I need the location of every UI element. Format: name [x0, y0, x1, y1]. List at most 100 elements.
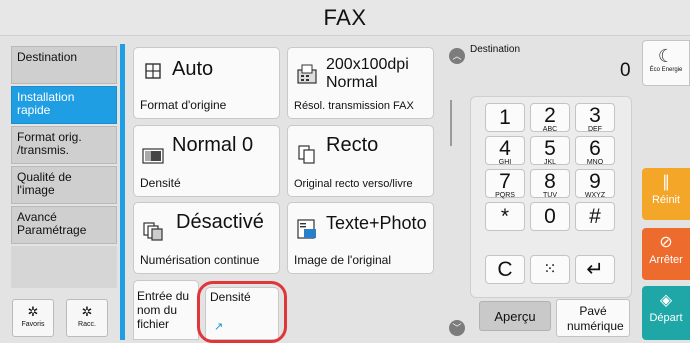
continuous-scan-icon — [143, 222, 163, 241]
key-label: 5 — [544, 137, 556, 160]
continuous-scan-value: Désactivé — [176, 211, 264, 233]
text-photo-icon — [297, 219, 316, 239]
sidebar-item-label: Avancé Paramétrage — [17, 210, 87, 237]
sidebar-item-label: Destination — [17, 50, 78, 64]
sidebar-item-destination[interactable]: Destination — [11, 46, 117, 84]
key-letters: PQRS — [495, 192, 515, 199]
key-5[interactable]: 5 JKL — [530, 136, 570, 166]
enter-icon: ↵ — [586, 258, 604, 281]
key-6[interactable]: 6 MNO — [575, 136, 615, 166]
scroll-up-icon[interactable]: ︿ — [449, 48, 465, 64]
original-image-tile[interactable]: Texte+Photo Image de l'original — [287, 202, 434, 274]
file-name-entry-label: Entrée du nom du fichier — [137, 289, 190, 331]
key-label: 3 — [589, 104, 601, 127]
scrollbar-track[interactable] — [450, 100, 452, 146]
original-image-label: Image de l'original — [294, 253, 392, 267]
favorites-label: Favoris — [21, 321, 45, 328]
key-0[interactable]: 0 — [530, 202, 570, 231]
continuous-scan-label: Numérisation continue — [140, 253, 260, 267]
sidebar-spacer — [11, 246, 117, 288]
preview-label: Aperçu — [494, 309, 536, 324]
key-7[interactable]: 7 PQRS — [485, 169, 525, 199]
density-tile[interactable]: Normal 0 Densité — [133, 125, 280, 197]
moon-icon: ☾ — [657, 46, 675, 66]
key-9[interactable]: 9 WXYZ — [575, 169, 615, 199]
key-label: # — [589, 205, 601, 228]
destination-count: 0 — [620, 60, 631, 81]
key-hash[interactable]: # — [575, 202, 615, 231]
preview-button[interactable]: Aperçu — [479, 301, 551, 331]
shortcuts-button[interactable]: ✲ Racc. — [66, 299, 108, 337]
key-label: 6 — [589, 137, 601, 160]
key-letters: TUV — [543, 192, 557, 199]
density-icon — [142, 148, 164, 164]
window-title: FAX — [323, 5, 367, 30]
sidebar-item-label: Installation rapide — [17, 90, 75, 117]
reset-label: Réinit — [651, 194, 681, 206]
key-label: 1 — [499, 106, 511, 129]
stop-button[interactable]: ⊘ Arrêter — [642, 228, 690, 280]
key-letters: JKL — [543, 159, 557, 166]
sidebar-item-quick-setup[interactable]: Installation rapide — [11, 86, 117, 124]
sidebar-item-label: Qualité de l'image — [17, 170, 72, 197]
sidebar-item-image-quality[interactable]: Qualité de l'image — [11, 166, 117, 204]
grid-dots-icon: ⁙ — [543, 261, 557, 278]
key-label: C — [497, 258, 513, 281]
key-label: 7 — [499, 170, 511, 193]
gear-icon: ✲ — [81, 304, 93, 319]
clear-key[interactable]: C — [485, 255, 525, 284]
key-label: * — [500, 205, 510, 228]
start-label: Départ — [649, 312, 683, 324]
density-label: Densité — [140, 176, 181, 190]
original-size-label: Format d'origine — [140, 98, 227, 112]
scroll-down-icon[interactable]: ﹀ — [449, 320, 465, 336]
duplex-tile[interactable]: Recto Original recto verso/livre — [287, 125, 434, 197]
key-1[interactable]: 1 — [485, 103, 525, 132]
tx-resolution-label: Résol. transmission FAX — [294, 100, 414, 112]
tx-resolution-value: 200x100dpi Normal — [326, 56, 409, 91]
energy-saver-label: Éco Energie — [649, 67, 683, 73]
key-label: 0 — [544, 205, 556, 228]
enter-key[interactable]: ↵ — [575, 255, 615, 284]
energy-saver-button[interactable]: ☾ Éco Energie — [642, 40, 690, 86]
highlight-circle — [197, 281, 287, 343]
sidebar-active-stripe — [120, 44, 125, 340]
numeric-keypad: 1 2 ABC 3 DEF 4 GHI 5 JKL 6 MNO 7 PQRS 8 TUV 9W… — [470, 96, 632, 298]
continuous-scan-tile[interactable]: Désactivé Numérisation continue — [133, 202, 280, 274]
duplex-label: Original recto verso/livre — [294, 178, 413, 190]
original-size-tile[interactable]: Auto Format d'origine — [133, 47, 280, 119]
sidebar-item-label: Format orig. /transmis. — [17, 130, 82, 157]
key-letters: GHI — [498, 159, 512, 166]
favorites-button[interactable]: ✲ Favoris — [12, 299, 54, 337]
key-3[interactable]: 3 DEF — [575, 103, 615, 133]
original-image-value: Texte+Photo — [326, 213, 427, 233]
key-label: 8 — [544, 170, 556, 193]
density-value: Normal 0 — [172, 134, 254, 156]
reset-button[interactable]: ∥ Réinit — [642, 168, 690, 220]
sidebar-item-advanced[interactable]: Avancé Paramétrage — [11, 206, 117, 244]
key-2[interactable]: 2 ABC — [530, 103, 570, 133]
address-book-key[interactable]: ⁙ — [530, 255, 570, 284]
fax-resolution-icon — [297, 64, 317, 84]
numpad-label: Pavé numérique — [567, 304, 624, 333]
duplex-icon — [298, 145, 315, 164]
key-asterisk[interactable]: * — [485, 202, 525, 231]
start-icon: ◈ — [659, 292, 673, 309]
original-size-value: Auto — [172, 58, 214, 80]
key-8[interactable]: 8 TUV — [530, 169, 570, 199]
shortcuts-label: Racc. — [78, 321, 96, 328]
key-letters: ABC — [542, 126, 558, 133]
numeric-keypad-button[interactable]: Pavé numérique — [556, 299, 630, 337]
key-4[interactable]: 4 GHI — [485, 136, 525, 166]
reset-icon: ∥ — [662, 174, 670, 191]
key-label: 2 — [544, 104, 556, 127]
file-name-entry-tile[interactable]: Entrée du nom du fichier — [133, 280, 199, 340]
key-letters: DEF — [588, 126, 602, 133]
sidebar-item-original-format[interactable]: Format orig. /transmis. — [11, 126, 117, 164]
start-button[interactable]: ◈ Départ — [642, 286, 690, 340]
key-label: 9 — [589, 170, 601, 193]
stop-icon: ⊘ — [659, 234, 673, 251]
destination-label: Destination — [470, 44, 521, 55]
tx-resolution-tile[interactable]: 200x100dpi Normal Résol. transmission FA… — [287, 47, 434, 119]
key-letters: WXYZ — [584, 192, 606, 199]
